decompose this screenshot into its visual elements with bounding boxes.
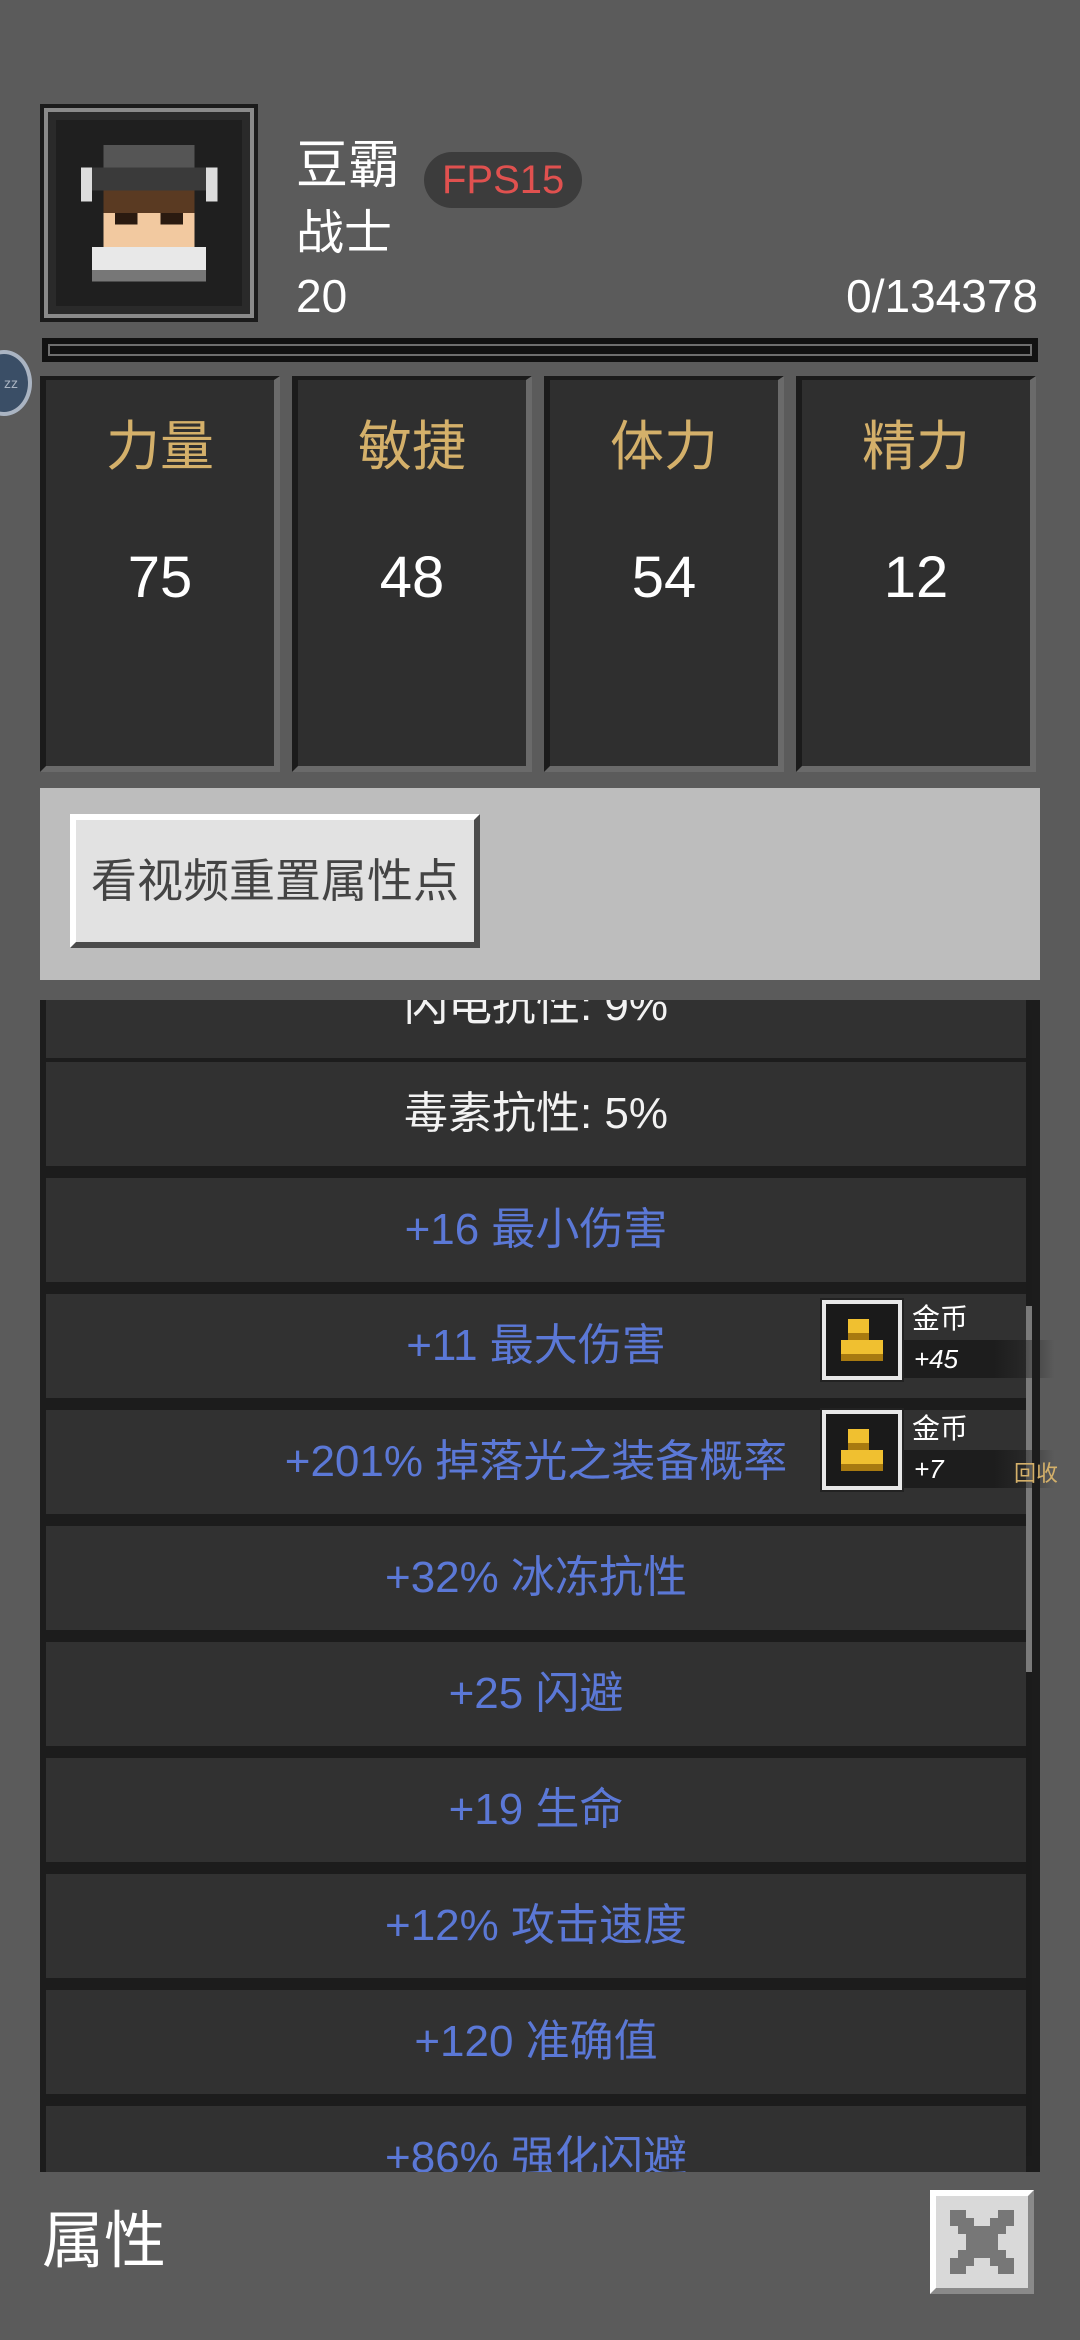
- attribute-row: +19 生命: [46, 1754, 1026, 1862]
- gold-coin-icon: [822, 1300, 902, 1380]
- attribute-row: 闪电抗性: 9%: [46, 1000, 1026, 1058]
- attribute-row: +86% 强化闪避: [46, 2102, 1026, 2172]
- reset-area: 看视频重置属性点: [40, 788, 1040, 980]
- player-level: 20: [296, 270, 348, 322]
- side-drawer-handle[interactable]: zz: [0, 350, 32, 416]
- recycle-label[interactable]: 回收: [1014, 1456, 1058, 1488]
- stat-strength[interactable]: 力量 75: [40, 376, 280, 772]
- stat-value: 48: [379, 545, 445, 610]
- player-class: 战士: [296, 207, 393, 260]
- notification-amount: +45: [904, 1340, 1054, 1378]
- attribute-row: +32% 冰冻抗性: [46, 1522, 1026, 1630]
- player-avatar: [40, 104, 258, 322]
- close-button[interactable]: [930, 2190, 1034, 2294]
- stat-label: 敏捷: [358, 417, 466, 477]
- notification-item-name: 金币: [912, 1413, 969, 1444]
- attribute-row: +120 准确值: [46, 1986, 1026, 2094]
- gold-coin-icon: [822, 1410, 902, 1490]
- gold-pickup-notification: 金币 +7: [822, 1410, 1054, 1490]
- attribute-row: +16 最小伤害: [46, 1174, 1026, 1282]
- stat-agility[interactable]: 敏捷 48: [292, 376, 532, 772]
- stat-label: 力量: [106, 417, 214, 477]
- stat-label: 体力: [610, 417, 718, 477]
- panel-title: 属性: [42, 2207, 167, 2276]
- attribute-row: +12% 攻击速度: [46, 1870, 1026, 1978]
- stat-value: 12: [883, 545, 949, 610]
- reset-attributes-button[interactable]: 看视频重置属性点: [70, 814, 480, 948]
- fps-badge: FPS15: [424, 152, 583, 208]
- gold-pickup-notification: 金币 +45: [822, 1300, 1054, 1380]
- stat-label: 精力: [862, 417, 970, 477]
- notification-item-name: 金币: [912, 1303, 969, 1334]
- warrior-portrait-icon: [58, 122, 240, 304]
- stat-energy[interactable]: 精力 12: [796, 376, 1036, 772]
- stat-value: 54: [631, 545, 697, 610]
- stat-stamina[interactable]: 体力 54: [544, 376, 784, 772]
- stat-panels: 力量 75 敏捷 48 体力 54 精力 12: [40, 376, 1040, 772]
- attribute-row: 毒素抗性: 5%: [46, 1058, 1026, 1166]
- close-icon: [950, 2210, 1014, 2274]
- attribute-row: +25 闪避: [46, 1638, 1026, 1746]
- attribute-list[interactable]: 闪电抗性: 9% 毒素抗性: 5% +16 最小伤害 +11 最大伤害 +201…: [40, 1000, 1040, 2172]
- experience-bar: [42, 338, 1038, 362]
- player-name: 豆霸: [296, 137, 401, 195]
- stat-value: 75: [127, 545, 193, 610]
- experience-value: 0/134378: [846, 270, 1038, 322]
